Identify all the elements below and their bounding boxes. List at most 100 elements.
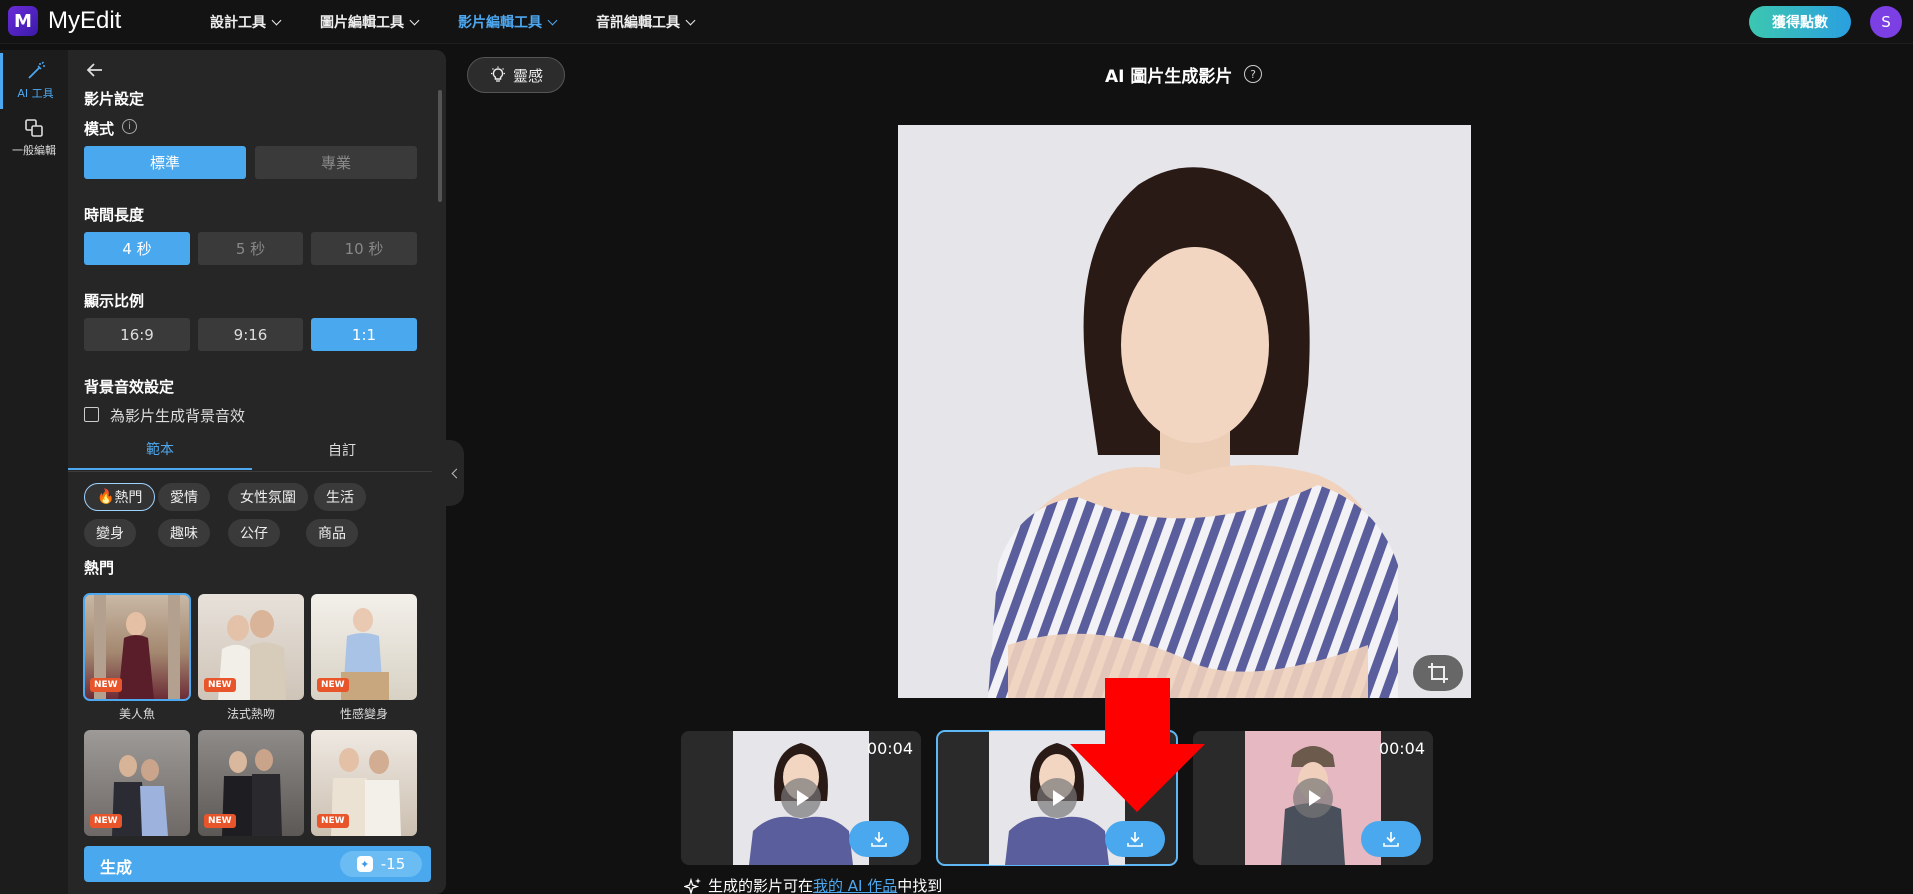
chip-life[interactable]: 生活	[314, 483, 366, 511]
mode-standard-button[interactable]: 標準	[84, 146, 246, 179]
generate-label: 生成	[100, 858, 133, 877]
rail-label: AI 工具	[17, 87, 54, 100]
tool-rail: AI 工具 一般編輯	[0, 50, 68, 894]
magic-wand-icon	[27, 61, 45, 79]
credit-cost-value: -15	[380, 855, 406, 873]
duration-10s-button[interactable]: 10 秒	[311, 232, 417, 265]
template-thumb-sexy-transform[interactable]: NEW	[311, 594, 417, 700]
section-heading: 熱門	[84, 559, 115, 577]
chip-product[interactable]: 商品	[306, 519, 358, 547]
sparkle-icon	[684, 877, 701, 894]
chip-fun[interactable]: 趣味	[158, 519, 210, 547]
chip-hot[interactable]: 🔥 熱門	[84, 483, 156, 511]
nav-design-tools[interactable]: 設計工具	[210, 0, 282, 44]
main-nav: 設計工具 圖片編輯工具 影片編輯工具 音訊編輯工具	[210, 0, 734, 44]
get-points-button[interactable]: 獲得點數	[1749, 6, 1851, 38]
result-card[interactable]: 00:04	[681, 731, 921, 865]
rail-item-ai-tools[interactable]: AI 工具	[0, 53, 68, 109]
generate-button[interactable]: 生成 ✦ -15	[84, 846, 431, 882]
play-icon[interactable]	[781, 778, 821, 818]
download-button[interactable]	[849, 821, 909, 857]
video-duration: 00:04	[866, 739, 913, 758]
footer-prefix: 生成的影片可在	[708, 877, 814, 894]
new-badge: NEW	[204, 814, 236, 828]
video-duration: 00:04	[1378, 739, 1425, 758]
template-label: 法式熱吻	[226, 707, 275, 721]
logo-text: MyEdit	[48, 7, 122, 34]
help-icon[interactable]: ?	[1244, 65, 1262, 83]
bg-sound-checkbox-label[interactable]: 為影片生成背景音效	[110, 405, 245, 426]
tab-divider	[68, 471, 432, 472]
chip-feminine[interactable]: 女性氛圍	[228, 483, 308, 511]
mode-label: 模式	[84, 120, 115, 138]
template-thumb-4[interactable]: NEW	[84, 730, 190, 836]
crop-button[interactable]	[1413, 655, 1463, 691]
layers-icon	[25, 119, 43, 137]
ratio-9-16-button[interactable]: 9:16	[198, 318, 303, 351]
nav-label: 圖片編輯工具	[320, 15, 404, 31]
nav-label: 音訊編輯工具	[596, 15, 680, 31]
chip-love[interactable]: 愛情	[158, 483, 210, 511]
ratio-1-1-button[interactable]: 1:1	[311, 318, 417, 351]
collapse-panel-button[interactable]	[446, 440, 464, 506]
template-thumb-6[interactable]: NEW	[311, 730, 417, 836]
new-badge: NEW	[204, 678, 236, 692]
tab-custom[interactable]: 自訂	[250, 430, 434, 470]
tab-templates[interactable]: 範本	[68, 430, 252, 470]
credit-cost: ✦ -15	[340, 851, 422, 877]
credit-icon: ✦	[356, 856, 373, 872]
template-thumb-mermaid[interactable]: NEW	[83, 593, 191, 701]
chevron-down-icon	[271, 15, 282, 25]
chevron-down-icon	[685, 15, 696, 25]
play-icon[interactable]	[1293, 778, 1333, 818]
chip-figure[interactable]: 公仔	[228, 519, 280, 547]
mode-pro-button[interactable]: 專業	[255, 146, 417, 179]
my-ai-works-link[interactable]: 我的 AI 作品	[813, 877, 897, 894]
myedit-logo-icon: M	[8, 6, 38, 36]
crop-icon	[1428, 663, 1448, 683]
download-icon	[1127, 832, 1143, 847]
ratio-16-9-button[interactable]: 16:9	[84, 318, 190, 351]
nav-image-tools[interactable]: 圖片編輯工具	[320, 0, 420, 44]
ratio-label: 顯示比例	[84, 292, 145, 310]
template-label: 性感變身	[339, 707, 388, 721]
download-icon	[1383, 832, 1399, 847]
chevron-down-icon	[409, 15, 420, 25]
new-badge: NEW	[317, 678, 349, 692]
page-title: AI 圖片生成影片	[1105, 67, 1233, 87]
new-badge: NEW	[90, 678, 122, 692]
logo[interactable]: M MyEdit	[8, 6, 121, 36]
back-arrow-icon[interactable]	[86, 62, 104, 78]
panel-scrollbar[interactable]	[438, 90, 442, 202]
inspiration-button[interactable]: 靈感	[467, 57, 565, 93]
inspiration-label: 靈感	[512, 66, 543, 85]
info-icon[interactable]: i	[122, 119, 137, 134]
template-thumb-french-kiss[interactable]: NEW	[198, 594, 304, 700]
nav-label: 影片編輯工具	[458, 15, 542, 31]
avatar[interactable]: S	[1870, 6, 1902, 38]
lightbulb-icon	[490, 66, 505, 82]
result-card[interactable]: 00:04	[1193, 731, 1433, 865]
download-button[interactable]	[1105, 821, 1165, 857]
duration-5s-button[interactable]: 5 秒	[198, 232, 303, 265]
footer-suffix: 中找到	[897, 877, 943, 894]
nav-video-tools[interactable]: 影片編輯工具	[458, 0, 558, 44]
top-header: M MyEdit 設計工具 圖片編輯工具 影片編輯工具 音訊編輯工具 獲得點數 …	[0, 0, 1913, 44]
nav-audio-tools[interactable]: 音訊編輯工具	[596, 0, 696, 44]
footer-note: 生成的影片可在我的 AI 作品中找到	[684, 875, 942, 894]
rail-item-general-edit[interactable]: 一般編輯	[0, 110, 68, 166]
chevron-left-icon	[451, 468, 462, 478]
fire-icon: 🔥	[97, 489, 115, 505]
bg-sound-checkbox[interactable]	[84, 407, 99, 422]
template-thumb-5[interactable]: NEW	[198, 730, 304, 836]
preview-image	[898, 125, 1471, 698]
chip-label: 熱門	[114, 490, 143, 506]
template-label: 美人魚	[118, 707, 155, 721]
duration-label: 時間長度	[84, 206, 145, 224]
chip-transform[interactable]: 變身	[84, 519, 136, 547]
duration-4s-button[interactable]: 4 秒	[84, 232, 190, 265]
rail-label: 一般編輯	[12, 144, 56, 157]
download-icon	[871, 832, 887, 847]
download-button[interactable]	[1361, 821, 1421, 857]
nav-label: 設計工具	[210, 15, 266, 31]
